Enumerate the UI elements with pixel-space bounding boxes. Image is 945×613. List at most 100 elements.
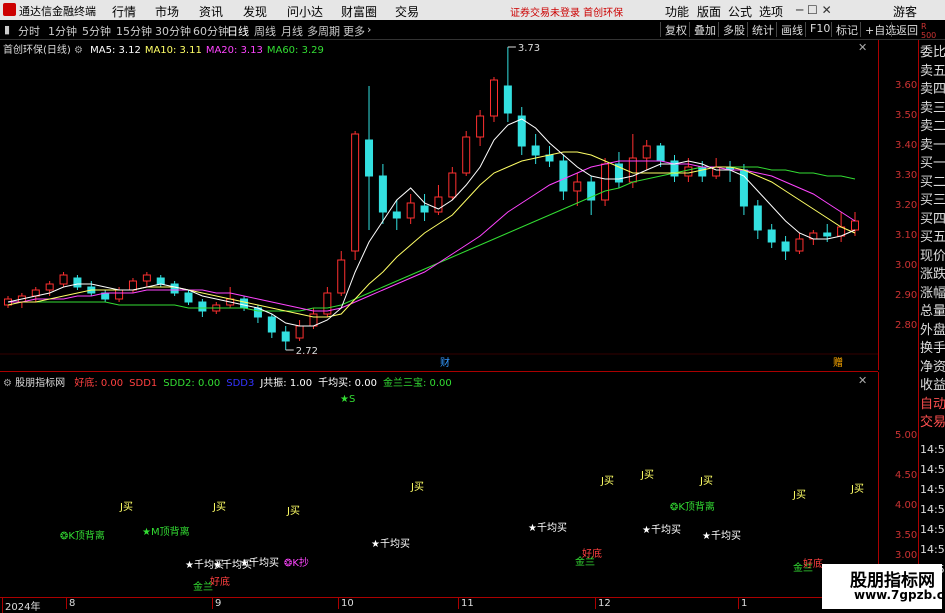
price-tick: 3.30 [895, 170, 918, 181]
side-label[interactable]: 委比 [920, 45, 945, 60]
watermark-url: www.7gpzb.com [854, 588, 945, 602]
menu-guest[interactable]: 游客 [893, 3, 917, 20]
period-monthly[interactable]: 月线 [281, 23, 303, 39]
side-label[interactable]: 净资 [920, 360, 945, 375]
side-time: 14:56 [920, 483, 945, 496]
event-cai-label[interactable]: 财 [440, 356, 450, 369]
side-label[interactable]: 换手 [920, 341, 945, 356]
side-label[interactable]: 交易 [920, 415, 945, 430]
tool-mark[interactable]: 标记 [831, 22, 858, 37]
candle-body [115, 289, 124, 300]
side-label[interactable]: 涨跌 [920, 267, 945, 282]
candle-body [281, 331, 290, 342]
tool-stats[interactable]: 统计 [747, 22, 774, 37]
menu-trade[interactable]: 交易 [395, 3, 419, 20]
tool-fuquan[interactable]: 复权 [660, 22, 687, 37]
low-label: 2.72 [296, 346, 318, 357]
more-chevron-icon[interactable]: › [367, 23, 371, 36]
indicator-signal: ★S [340, 394, 355, 405]
candle-body [351, 133, 360, 252]
side-time: 14:56 [920, 463, 945, 476]
side-label[interactable]: 买二 [920, 175, 945, 190]
high-label: 3.73 [518, 43, 540, 54]
indicator-signal: ★千均买 [240, 557, 279, 569]
side-label[interactable]: 买三 [920, 193, 945, 208]
candle-body [462, 136, 471, 174]
period-daily[interactable]: 日线 [227, 23, 249, 39]
candle-body [392, 211, 401, 219]
menu-formula[interactable]: 公式 [728, 3, 752, 20]
candlestick-chart[interactable]: 3.73 2.72 财 赠 [0, 40, 878, 370]
tool-back[interactable]: 返回 [891, 22, 918, 37]
menu-quotes[interactable]: 行情 [112, 3, 136, 20]
candle-body [712, 166, 721, 177]
period-weekly[interactable]: 周线 [254, 23, 276, 39]
indicator-signal: ❂K顶背离 [60, 529, 105, 542]
period-30min[interactable]: 30分钟 [155, 23, 191, 39]
side-label[interactable]: 外盘 [920, 323, 945, 338]
menu-function[interactable]: 功能 [665, 3, 689, 20]
side-label[interactable]: 总量 [920, 304, 945, 319]
side-label[interactable]: 涨幅 [920, 286, 945, 301]
side-label[interactable]: 买五 [920, 230, 945, 245]
menu-ask[interactable]: 问小达 [287, 3, 323, 20]
indicator-tick: 4.50 [895, 470, 918, 481]
period-60min[interactable]: 60分钟 [193, 23, 229, 39]
candle-body [420, 205, 429, 213]
side-label[interactable]: 卖四 [920, 82, 945, 97]
side-time: 14:56 [920, 443, 945, 456]
side-label[interactable]: 卖三 [920, 101, 945, 116]
candle-body [795, 238, 804, 252]
candle-body [267, 316, 276, 333]
date-axis: 2024年 8 9 10 11 12 1 [0, 597, 878, 613]
menu-market[interactable]: 市场 [155, 3, 179, 20]
ma5-line [7, 118, 856, 327]
side-label[interactable]: 自动 [920, 397, 945, 412]
side-label[interactable]: 收益 [920, 378, 945, 393]
candle-body [573, 181, 582, 192]
menu-discover[interactable]: 发现 [243, 3, 267, 20]
price-axis: 3.60 3.50 3.40 3.30 3.20 3.10 3.00 2.90 2.80 [878, 40, 919, 370]
tool-f10[interactable]: F10 [805, 22, 830, 37]
side-label[interactable]: 现价 [920, 249, 945, 264]
candle-body [684, 166, 693, 177]
period-5min[interactable]: 5分钟 [82, 23, 111, 39]
menu-layout[interactable]: 版面 [697, 3, 721, 20]
event-zeng-label[interactable]: 赠 [833, 356, 843, 369]
period-multi[interactable]: 多周期 [307, 23, 340, 39]
indicator-signal: J买 [600, 475, 614, 487]
tool-multistock[interactable]: 多股 [718, 22, 745, 37]
side-label[interactable]: 买一 [920, 156, 945, 171]
indicator-signal: ★千均买 [642, 524, 681, 536]
indicator-chart[interactable]: ★S J买 J买 J买 J买 J买 J买 J买 J买 J买 ❂K顶背离 ★M顶背离 ❂K顶背离 ★千均买 ★… [0, 372, 878, 597]
price-tick: 3.20 [895, 200, 918, 211]
app-title: 通达信金融终端 [19, 5, 96, 18]
side-label[interactable]: 卖一 [920, 138, 945, 153]
menu-news[interactable]: 资讯 [199, 3, 223, 20]
tool-overlay[interactable]: 叠加 [689, 22, 716, 37]
candle-body [753, 205, 762, 231]
period-intraday[interactable]: 分时 [18, 23, 40, 39]
side-label[interactable]: 卖五 [920, 64, 945, 79]
period-more[interactable]: 更多 [343, 23, 365, 39]
side-label[interactable]: 买四 [920, 212, 945, 227]
side-label[interactable]: 卖二 [920, 119, 945, 134]
candle-body [531, 145, 540, 156]
menu-options[interactable]: 选项 [759, 3, 783, 20]
period-tick-icon: ▮ [4, 23, 11, 36]
candle-body [851, 220, 859, 231]
candle-body [59, 274, 68, 285]
date-tick: 2024年 [2, 598, 40, 613]
period-15min[interactable]: 15分钟 [116, 23, 152, 39]
period-1min[interactable]: 1分钟 [48, 23, 77, 39]
window-controls[interactable]: ─ ☐ ✕ [796, 3, 832, 17]
candle-body [170, 283, 179, 294]
indicator-signal: J买 [792, 489, 806, 501]
tool-draw[interactable]: 画线 [776, 22, 803, 37]
indicator-signal: ★千均买 [702, 530, 741, 542]
quote-side-panel: R 500 委比 卖五 卖四 卖三 卖二 卖一 买一 买二 买三 买四 买五 现价 涨跌 涨幅 总量 外盘 换手… [918, 22, 945, 609]
candle-body [378, 175, 387, 213]
menu-wealth[interactable]: 财富圈 [341, 3, 377, 20]
candle-body [406, 202, 415, 219]
price-tick: 2.80 [895, 320, 918, 331]
